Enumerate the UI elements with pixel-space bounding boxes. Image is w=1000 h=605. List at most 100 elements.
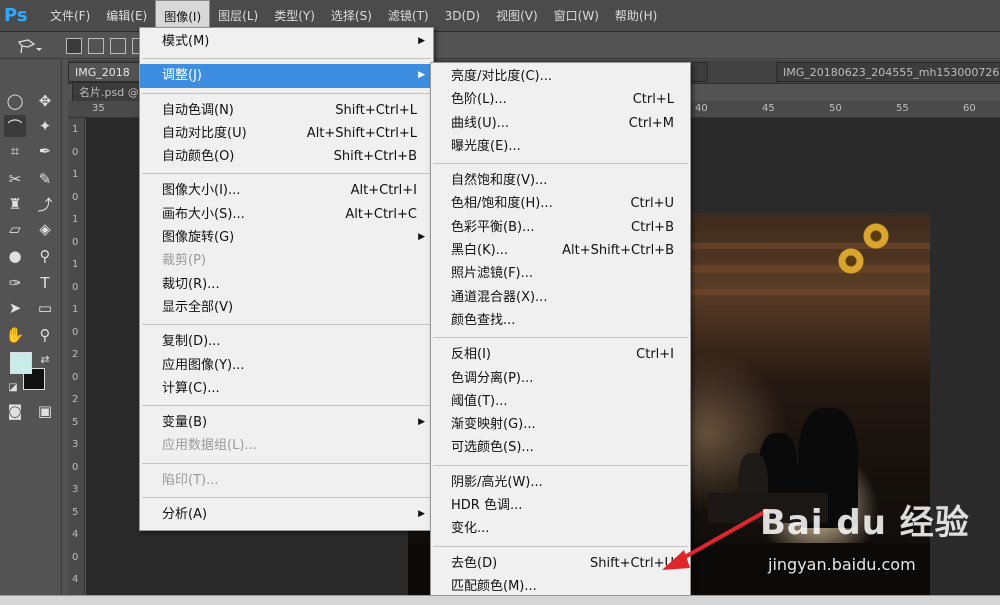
- menu-item-label: 计算(C)...: [162, 380, 220, 396]
- submenu-arrow-icon: ▶: [418, 36, 425, 46]
- menu-item[interactable]: 裁切(R)...: [140, 273, 433, 296]
- lasso-tool-icon[interactable]: ⌒: [4, 115, 26, 137]
- menu-item-label: 照片滤镜(F)...: [451, 266, 534, 282]
- move-tool-icon[interactable]: ✥: [34, 90, 56, 112]
- ruler-tick-label: 5: [72, 506, 79, 518]
- rectangle-tool-icon[interactable]: ▭: [34, 297, 56, 319]
- menu-item[interactable]: 图像旋转(G) ▶: [140, 226, 433, 249]
- paint-bucket-icon[interactable]: ◈: [34, 218, 56, 240]
- menu-separator: [142, 324, 431, 326]
- menu-item[interactable]: 颜色查找...: [431, 309, 690, 332]
- ruler-tick-label: 0: [72, 236, 79, 248]
- document-tab[interactable]: IMG_2018: [68, 62, 148, 82]
- menu-item-label: 黑白(K)...: [451, 243, 509, 259]
- blur-tool-icon[interactable]: ●: [4, 245, 26, 267]
- subtract-selection-icon[interactable]: [110, 38, 126, 54]
- lasso-tool-preset-icon[interactable]: [16, 38, 42, 56]
- brush-tool-icon[interactable]: ✎: [34, 168, 56, 190]
- document-tab[interactable]: IMG_20180623_204555_mh1530007261: [776, 62, 1000, 82]
- menu-item[interactable]: 显示全部(V): [140, 296, 433, 319]
- baidu-url: jingyan.baidu.com: [768, 555, 916, 574]
- menu-item[interactable]: 复制(D)...: [140, 330, 433, 353]
- menu-item[interactable]: 可选颜色(S)...: [431, 436, 690, 459]
- menu-9[interactable]: 窗口(W): [546, 0, 607, 32]
- swap-colors-icon[interactable]: ⇄: [34, 348, 56, 370]
- default-colors-icon[interactable]: ◪: [2, 376, 24, 398]
- menu-item-label: 去色(D): [451, 555, 498, 571]
- tab-label: 名片.psd @: [79, 86, 139, 99]
- menu-item[interactable]: 色阶(L)... Ctrl+L: [431, 88, 690, 111]
- crop-tool-icon[interactable]: ⌗: [4, 140, 26, 162]
- ps-logo: Ps: [4, 4, 28, 26]
- menu-7[interactable]: 3D(D): [437, 0, 488, 32]
- history-brush-icon[interactable]: ⤴: [34, 193, 56, 215]
- hand-tool-icon[interactable]: ✋: [4, 324, 26, 346]
- menu-item[interactable]: 自动色调(N) Shift+Ctrl+L: [140, 99, 433, 122]
- baidu-watermark: Bai du 经验 jingyan.baidu.com: [760, 495, 970, 585]
- menu-item-label: 自动颜色(O): [162, 149, 235, 165]
- ruler-tick-label: 1: [72, 124, 79, 135]
- magic-wand-icon[interactable]: ✦: [34, 115, 56, 137]
- menu-item[interactable]: 自然饱和度(V)...: [431, 169, 690, 192]
- menu-item-label: 变化...: [451, 521, 490, 537]
- menu-10[interactable]: 帮助(H): [607, 0, 665, 32]
- menu-item[interactable]: 通道混合器(X)...: [431, 286, 690, 309]
- zoom-tool-icon[interactable]: ⚲: [34, 324, 56, 346]
- menu-item[interactable]: 阈值(T)...: [431, 390, 690, 413]
- baidu-logo: Bai du 经验: [760, 503, 970, 543]
- menu-item[interactable]: 图像大小(I)... Alt+Ctrl+I: [140, 179, 433, 202]
- path-select-icon[interactable]: ➤: [4, 297, 26, 319]
- menu-item[interactable]: 色彩平衡(B)... Ctrl+B: [431, 216, 690, 239]
- dodge-tool-icon[interactable]: ⚲: [34, 245, 56, 267]
- menu-item[interactable]: 计算(C)...: [140, 377, 433, 400]
- screen-mode-icon[interactable]: ▣: [34, 400, 56, 422]
- menu-item[interactable]: 黑白(K)... Alt+Shift+Ctrl+B: [431, 239, 690, 262]
- menu-item[interactable]: 自动颜色(O) Shift+Ctrl+B: [140, 145, 433, 168]
- tab-label: IMG_20180623_204555_mh1530007261: [783, 66, 1000, 79]
- menu-separator: [433, 464, 688, 466]
- menu-item[interactable]: 色调分离(P)...: [431, 367, 690, 390]
- menu-separator: [433, 163, 688, 165]
- ruler-tick-label: 4: [72, 574, 79, 585]
- add-selection-icon[interactable]: [88, 38, 104, 54]
- menu-item-label: 图像大小(I)...: [162, 183, 241, 199]
- tools-panel: ◯ ✥ ⌒ ✦ ⌗ ✒ ✂ ✎ ♜ ⤴ ▱ ◈ ● ⚲ ✑ T ➤ ▭ ✋ ⚲ …: [0, 60, 62, 605]
- menu-0[interactable]: 文件(F): [42, 0, 98, 32]
- menu-item[interactable]: 自动对比度(U) Alt+Shift+Ctrl+L: [140, 122, 433, 145]
- menu-item[interactable]: 曲线(U)... Ctrl+M: [431, 112, 690, 135]
- ruler-tick-label: 0: [72, 146, 79, 158]
- type-tool-icon[interactable]: T: [34, 272, 56, 294]
- menu-item[interactable]: 调整(J) ▶: [140, 64, 433, 88]
- menu-item[interactable]: 曝光度(E)...: [431, 135, 690, 158]
- menu-item[interactable]: 反相(I) Ctrl+I: [431, 343, 690, 366]
- eraser-icon[interactable]: ▱: [4, 218, 26, 240]
- healing-brush-icon[interactable]: ✂: [4, 168, 26, 190]
- marquee-tool-icon[interactable]: ◯: [4, 90, 26, 112]
- menu-item[interactable]: 渐变映射(G)...: [431, 413, 690, 436]
- menu-separator: [142, 497, 431, 499]
- menu-8[interactable]: 视图(V): [488, 0, 546, 32]
- ruler-tick-label: 50: [829, 103, 842, 114]
- clone-stamp-icon[interactable]: ♜: [4, 193, 26, 215]
- ruler-tick-label: 0: [72, 551, 79, 563]
- menu-item[interactable]: 模式(M) ▶: [140, 30, 433, 53]
- ruler-tick-label: 0: [72, 191, 79, 203]
- menu-item[interactable]: 亮度/对比度(C)...: [431, 65, 690, 88]
- pen-tool-icon[interactable]: ✑: [4, 272, 26, 294]
- menu-item[interactable]: 变量(B) ▶: [140, 411, 433, 434]
- menu-item[interactable]: 色相/饱和度(H)... Ctrl+U: [431, 192, 690, 215]
- menu-item[interactable]: 应用图像(Y)...: [140, 354, 433, 377]
- menu-item[interactable]: 照片滤镜(F)...: [431, 262, 690, 285]
- menu-separator: [142, 173, 431, 175]
- menu-separator: [433, 337, 688, 339]
- new-selection-icon[interactable]: [66, 38, 82, 54]
- menu-item[interactable]: 阴影/高光(W)...: [431, 471, 690, 494]
- foreground-color-swatch[interactable]: [10, 352, 32, 374]
- menu-item-label: 色彩平衡(B)...: [451, 219, 535, 235]
- eyedropper-icon[interactable]: ✒: [34, 140, 56, 162]
- ruler-tick-label: 1: [72, 259, 79, 270]
- quick-mask-icon[interactable]: ◙: [4, 400, 26, 422]
- ruler-tick-label: 35: [92, 103, 105, 114]
- menu-item[interactable]: 分析(A) ▶: [140, 503, 433, 526]
- menu-item[interactable]: 画布大小(S)... Alt+Ctrl+C: [140, 203, 433, 226]
